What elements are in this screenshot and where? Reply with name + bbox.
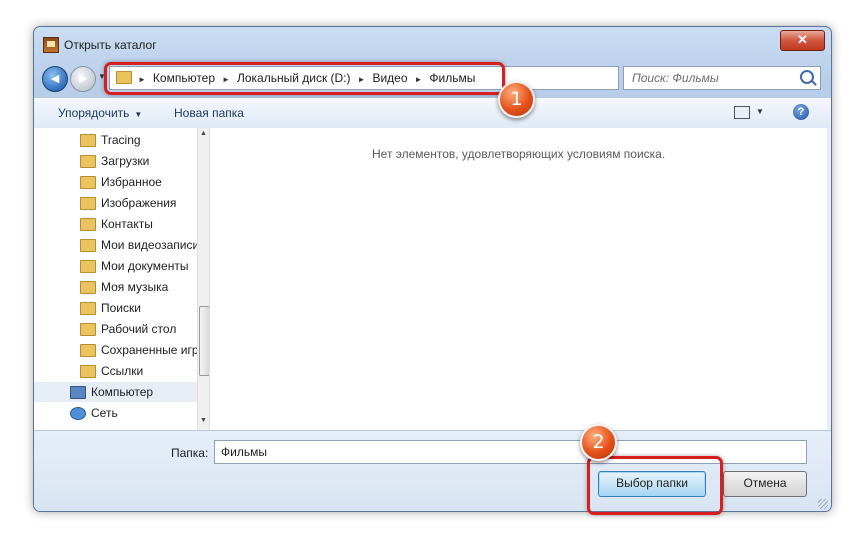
resize-grip[interactable] [818, 499, 828, 509]
tree-item-label: Моя музыка [101, 280, 169, 294]
step-badge-1: 1 [498, 81, 535, 118]
tree-item-desktop[interactable]: Рабочий стол [34, 319, 197, 339]
cancel-button[interactable]: Отмена [723, 471, 807, 497]
tree-item-links[interactable]: Ссылки [34, 361, 197, 381]
toolbar: Упорядочить ▼ Новая папка ▼ ? [34, 97, 831, 129]
search-input[interactable]: Поиск: Фильмы [623, 66, 821, 90]
step-badge-2: 2 [580, 424, 617, 461]
view-dropdown-icon[interactable]: ▼ [756, 107, 764, 116]
chevron-down-icon: ▼ [134, 110, 143, 119]
tree-item-label: Изображения [101, 196, 177, 210]
tree-item-label: Загрузки [101, 154, 150, 168]
tree-item-label: Ссылки [101, 364, 144, 378]
folder-icon [80, 239, 96, 252]
tree-item-label: Сохраненные игры [101, 343, 197, 357]
file-list-pane[interactable]: Нет элементов, удовлетворяющих условиям … [210, 128, 831, 430]
tree-item-favorites[interactable]: Избранное [34, 172, 197, 192]
scrollbar-thumb[interactable] [199, 306, 209, 376]
network-icon [70, 407, 86, 420]
forward-button[interactable]: ► [70, 66, 96, 92]
computer-icon [70, 386, 86, 399]
folder-label: Папка: [171, 446, 209, 460]
title-bar[interactable]: Открыть каталог ✕ [34, 27, 831, 57]
open-folder-dialog: Открыть каталог ✕ ◄ ► ▼ ► Компьютер ► Локал… [33, 26, 832, 512]
select-button-highlight-box [587, 456, 723, 515]
folder-icon [80, 155, 96, 168]
organize-label: Упорядочить [58, 106, 130, 120]
tree-item-my-documents[interactable]: Мои документы [34, 256, 197, 276]
tree-item-tracing[interactable]: Tracing [34, 130, 197, 150]
tree-item-label: Мои видеозаписи [101, 238, 197, 252]
tree-item-contacts[interactable]: Контакты [34, 214, 197, 234]
favorites-folder-icon [80, 176, 96, 189]
tree-item-label: Избранное [101, 175, 162, 189]
empty-message: Нет элементов, удовлетворяющих условиям … [372, 147, 666, 161]
content-scrollbar[interactable] [827, 128, 831, 430]
window-title: Открыть каталог [64, 38, 157, 52]
search-folder-icon [80, 302, 96, 315]
tree-item-my-videos[interactable]: Мои видеозаписи [34, 235, 197, 255]
search-icon[interactable] [800, 70, 814, 84]
tree-item-label: Компьютер [91, 385, 154, 399]
address-highlight-box [104, 62, 505, 95]
tree-scrollbar[interactable]: ▲ ▼ [197, 128, 209, 430]
tree-item-computer[interactable]: Компьютер [34, 382, 197, 402]
tree-item-label: Tracing [101, 133, 141, 147]
folder-icon [80, 323, 96, 336]
folder-icon [80, 197, 96, 210]
new-folder-button[interactable]: Новая папка [174, 106, 244, 120]
tree-item-downloads[interactable]: Загрузки [34, 151, 197, 171]
tree-item-label: Контакты [101, 217, 153, 231]
tree-item-label: Рабочий стол [101, 322, 177, 336]
folder-icon [80, 134, 96, 147]
tree-item-searches[interactable]: Поиски [34, 298, 197, 318]
close-button[interactable]: ✕ [780, 30, 825, 51]
folder-icon [80, 260, 96, 273]
navigation-pane: Tracing Загрузки Избранное Изображения К… [34, 128, 210, 430]
tree-item-my-music[interactable]: Моя музыка [34, 277, 197, 297]
tree-item-pictures[interactable]: Изображения [34, 193, 197, 213]
view-options-icon[interactable] [734, 106, 750, 119]
folder-name-value: Фильмы [221, 445, 267, 459]
search-placeholder: Поиск: Фильмы [632, 71, 719, 85]
scroll-down-icon[interactable]: ▼ [200, 417, 207, 424]
scroll-up-icon[interactable]: ▲ [200, 130, 207, 137]
contacts-folder-icon [80, 218, 96, 231]
back-button[interactable]: ◄ [42, 66, 68, 92]
links-folder-icon [80, 365, 96, 378]
folder-icon [80, 344, 96, 357]
tree-item-network[interactable]: Сеть [34, 403, 197, 423]
tree-item-label: Мои документы [101, 259, 189, 273]
tree-item-label: Поиски [101, 301, 141, 315]
help-icon[interactable]: ? [793, 104, 809, 120]
app-icon [43, 37, 59, 53]
tree-item-saved-games[interactable]: Сохраненные игры [34, 340, 197, 360]
organize-menu-button[interactable]: Упорядочить ▼ [58, 106, 142, 120]
folder-icon [80, 281, 96, 294]
tree-item-label: Сеть [91, 406, 118, 420]
